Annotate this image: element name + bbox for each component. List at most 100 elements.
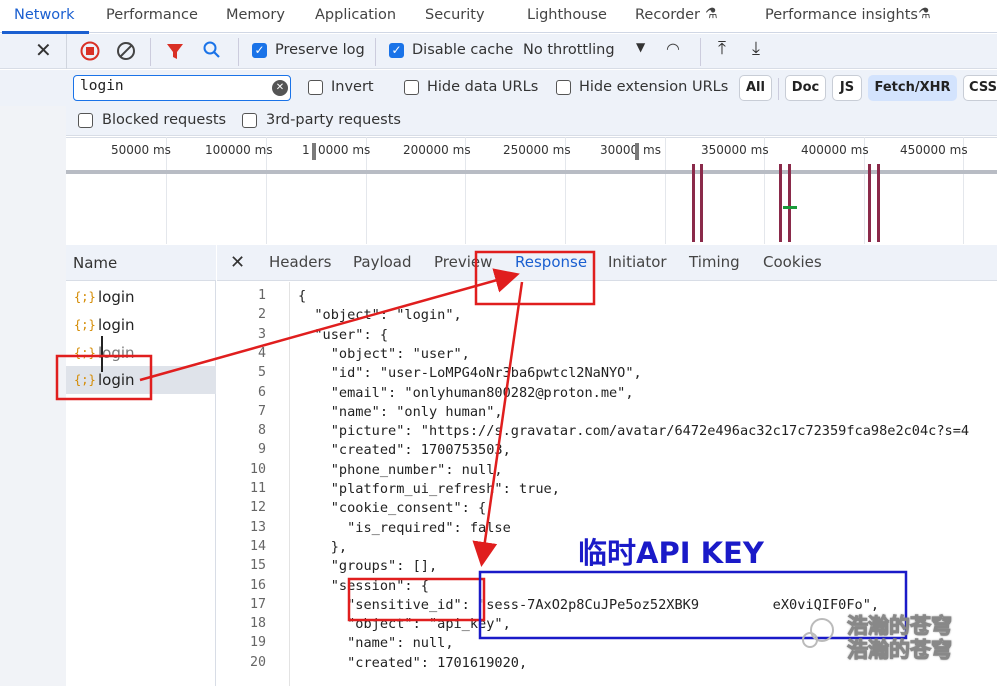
code-line: "session": { — [298, 577, 429, 594]
tab-cookies[interactable]: Cookies — [763, 253, 822, 271]
close-icon[interactable]: ✕ — [35, 38, 52, 62]
tab-lighthouse[interactable]: Lighthouse — [527, 0, 607, 33]
code-line: { — [298, 288, 307, 304]
invert-label: Invert — [331, 79, 374, 95]
stop-recording-button[interactable] — [78, 41, 100, 63]
tab-performance[interactable]: Performance — [106, 0, 198, 33]
chip-all[interactable]: All — [739, 75, 772, 101]
line-number: 3 — [257, 326, 266, 342]
tab-preview[interactable]: Preview — [434, 253, 492, 271]
network-conditions-icon[interactable]: ◠ — [666, 39, 680, 58]
code-line: "user": { — [298, 326, 389, 343]
disable-cache-label: Disable cache — [412, 42, 514, 58]
tab-network[interactable]: Network — [2, 0, 88, 34]
tab-headers[interactable]: Headers — [269, 253, 331, 271]
timeline-request-bar — [692, 164, 695, 242]
timeline-handle[interactable] — [312, 143, 316, 160]
line-number: 18 — [249, 616, 266, 632]
tab-application[interactable]: Application — [315, 0, 396, 33]
clear-filter-icon[interactable]: ✕ — [272, 80, 288, 96]
timeline-request-bar — [868, 164, 871, 242]
code-line: "picture": "https://s.gravatar.com/avata… — [298, 423, 970, 440]
chip-css[interactable]: CSS — [963, 75, 997, 101]
line-number: 10 — [249, 461, 266, 477]
code-line: "phone_number": null, — [298, 461, 503, 478]
hide-data-urls-label: Hide data URLs — [427, 79, 539, 95]
invert-checkbox[interactable] — [308, 80, 323, 95]
request-row-selected[interactable]: {;} login — [66, 366, 216, 394]
tab-recorder[interactable]: Recorder — [635, 0, 700, 33]
timeline-handle[interactable] — [635, 143, 639, 160]
code-line: "object": "user", — [298, 345, 470, 362]
line-number: 6 — [257, 384, 266, 400]
third-party-label: 3rd-party requests — [266, 112, 401, 128]
tab-performance-insights[interactable]: Performance insights — [765, 0, 918, 33]
timeline-tick: 400000 ms — [801, 143, 869, 157]
reload-icon[interactable] — [4, 78, 26, 100]
divider — [375, 38, 376, 66]
hide-extension-urls-label: Hide extension URLs — [579, 79, 729, 95]
tab-payload[interactable]: Payload — [353, 253, 412, 271]
timeline-request-bar — [877, 164, 880, 242]
chip-fetch-xhr[interactable]: Fetch/XHR — [868, 75, 957, 101]
hide-data-urls-checkbox[interactable] — [404, 80, 419, 95]
request-row[interactable]: {;} login — [66, 339, 216, 367]
dropdown-arrow-icon[interactable]: ▼ — [636, 40, 645, 54]
timeline-tick: 250000 ms — [503, 143, 571, 157]
blocked-requests-checkbox[interactable] — [78, 113, 93, 128]
code-line: "id": "user-LoMPG4oNr3ba6pwtcl2NaNYO", — [298, 365, 642, 382]
timeline-tick: 450000 ms — [900, 143, 968, 157]
timeline-tick: 200000 ms — [403, 143, 471, 157]
code-line: "groups": [], — [298, 558, 438, 575]
request-name: login — [98, 316, 135, 334]
throttling-select[interactable]: No throttling — [523, 42, 615, 58]
code-line: "created": 1701619020, — [298, 654, 528, 671]
xhr-icon: {;} — [74, 290, 96, 304]
import-har-icon[interactable]: ⤒ — [718, 38, 726, 59]
hide-extension-urls-checkbox[interactable] — [556, 80, 571, 95]
line-number: 5 — [257, 365, 266, 381]
divider — [66, 34, 67, 69]
request-name: login — [98, 371, 135, 389]
timeline-tick: 1 — [302, 143, 310, 157]
code-line: "object": "api_key", — [298, 616, 511, 633]
flask-icon: ⚗ — [705, 6, 718, 22]
request-row[interactable]: {;} login — [66, 283, 216, 311]
line-number: 12 — [249, 500, 266, 516]
tab-memory[interactable]: Memory — [226, 0, 285, 33]
block-icon[interactable] — [28, 78, 50, 100]
divider — [150, 38, 151, 66]
code-line: }, — [298, 538, 348, 555]
tab-timing[interactable]: Timing — [689, 253, 740, 271]
gutter-divider — [289, 282, 290, 686]
close-icon[interactable]: ✕ — [230, 252, 245, 273]
line-number: 19 — [249, 635, 266, 651]
blocked-requests-label: Blocked requests — [102, 112, 227, 128]
filter-icon[interactable] — [165, 41, 187, 63]
request-row[interactable]: {;} login — [66, 311, 216, 339]
line-number: 8 — [257, 423, 266, 439]
code-line: "sensitive_id": "sess-7AxO2p8CuJPe5oz52X… — [298, 596, 880, 613]
line-number: 4 — [257, 345, 266, 361]
name-header-label: Name — [73, 254, 118, 272]
preserve-log-checkbox[interactable]: ✓ — [252, 43, 267, 58]
preserve-log-label: Preserve log — [275, 42, 365, 58]
clear-button[interactable] — [115, 41, 137, 63]
timeline-tick: 50000 ms — [111, 143, 171, 157]
code-line: "cookie_consent": { — [298, 500, 487, 517]
code-line: "email": "onlyhuman800282@proton.me", — [298, 384, 634, 401]
export-har-icon[interactable]: ⤓ — [752, 38, 760, 59]
xhr-icon: {;} — [74, 373, 96, 387]
search-icon[interactable] — [200, 41, 222, 63]
line-number: 9 — [257, 442, 266, 458]
divider — [778, 78, 779, 100]
tab-initiator[interactable]: Initiator — [608, 253, 667, 271]
tab-response[interactable]: Response — [515, 253, 587, 271]
timeline-request-bar — [779, 164, 782, 242]
chip-js[interactable]: JS — [832, 75, 862, 101]
tab-security[interactable]: Security — [425, 0, 485, 33]
filter-input[interactable]: login — [73, 75, 291, 101]
third-party-checkbox[interactable] — [242, 113, 257, 128]
chip-doc[interactable]: Doc — [785, 75, 826, 101]
disable-cache-checkbox[interactable]: ✓ — [389, 43, 404, 58]
